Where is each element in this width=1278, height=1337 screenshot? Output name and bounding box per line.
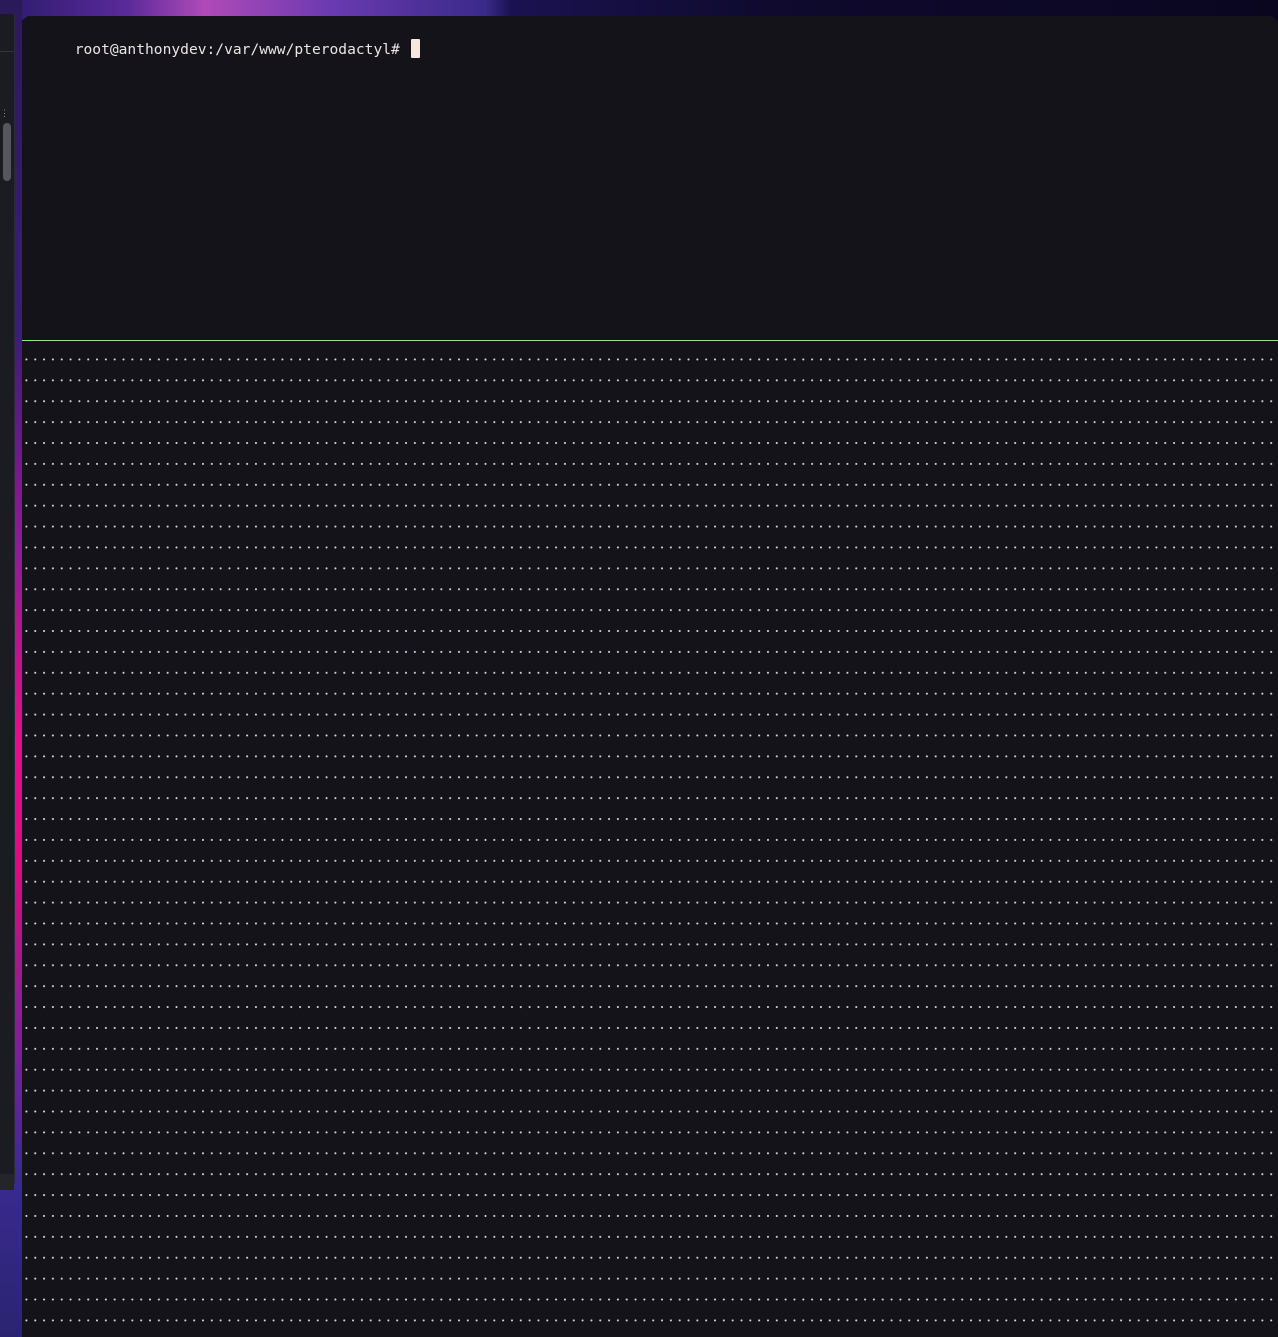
terminal-prompt-line[interactable]: root@anthonydev:/var/www/pterodactyl# xyxy=(22,19,420,58)
terminal-window[interactable]: root@anthonydev:/var/www/pterodactyl# xyxy=(22,16,1278,1337)
text-cursor xyxy=(410,39,420,58)
desktop: ⋮ root@anthonydev:/var/www/pterodactyl# xyxy=(0,0,1278,1337)
background-window-footer xyxy=(0,1174,14,1190)
drag-grip-icon: ⋮ xyxy=(0,109,9,119)
background-window[interactable]: ⋮ xyxy=(0,14,15,1190)
lower-terminal-pane[interactable] xyxy=(22,341,1278,1337)
background-window-scrollbar[interactable] xyxy=(3,123,11,181)
background-window-separator xyxy=(0,51,14,52)
shell-prompt: root@anthonydev:/var/www/pterodactyl# xyxy=(74,41,409,58)
